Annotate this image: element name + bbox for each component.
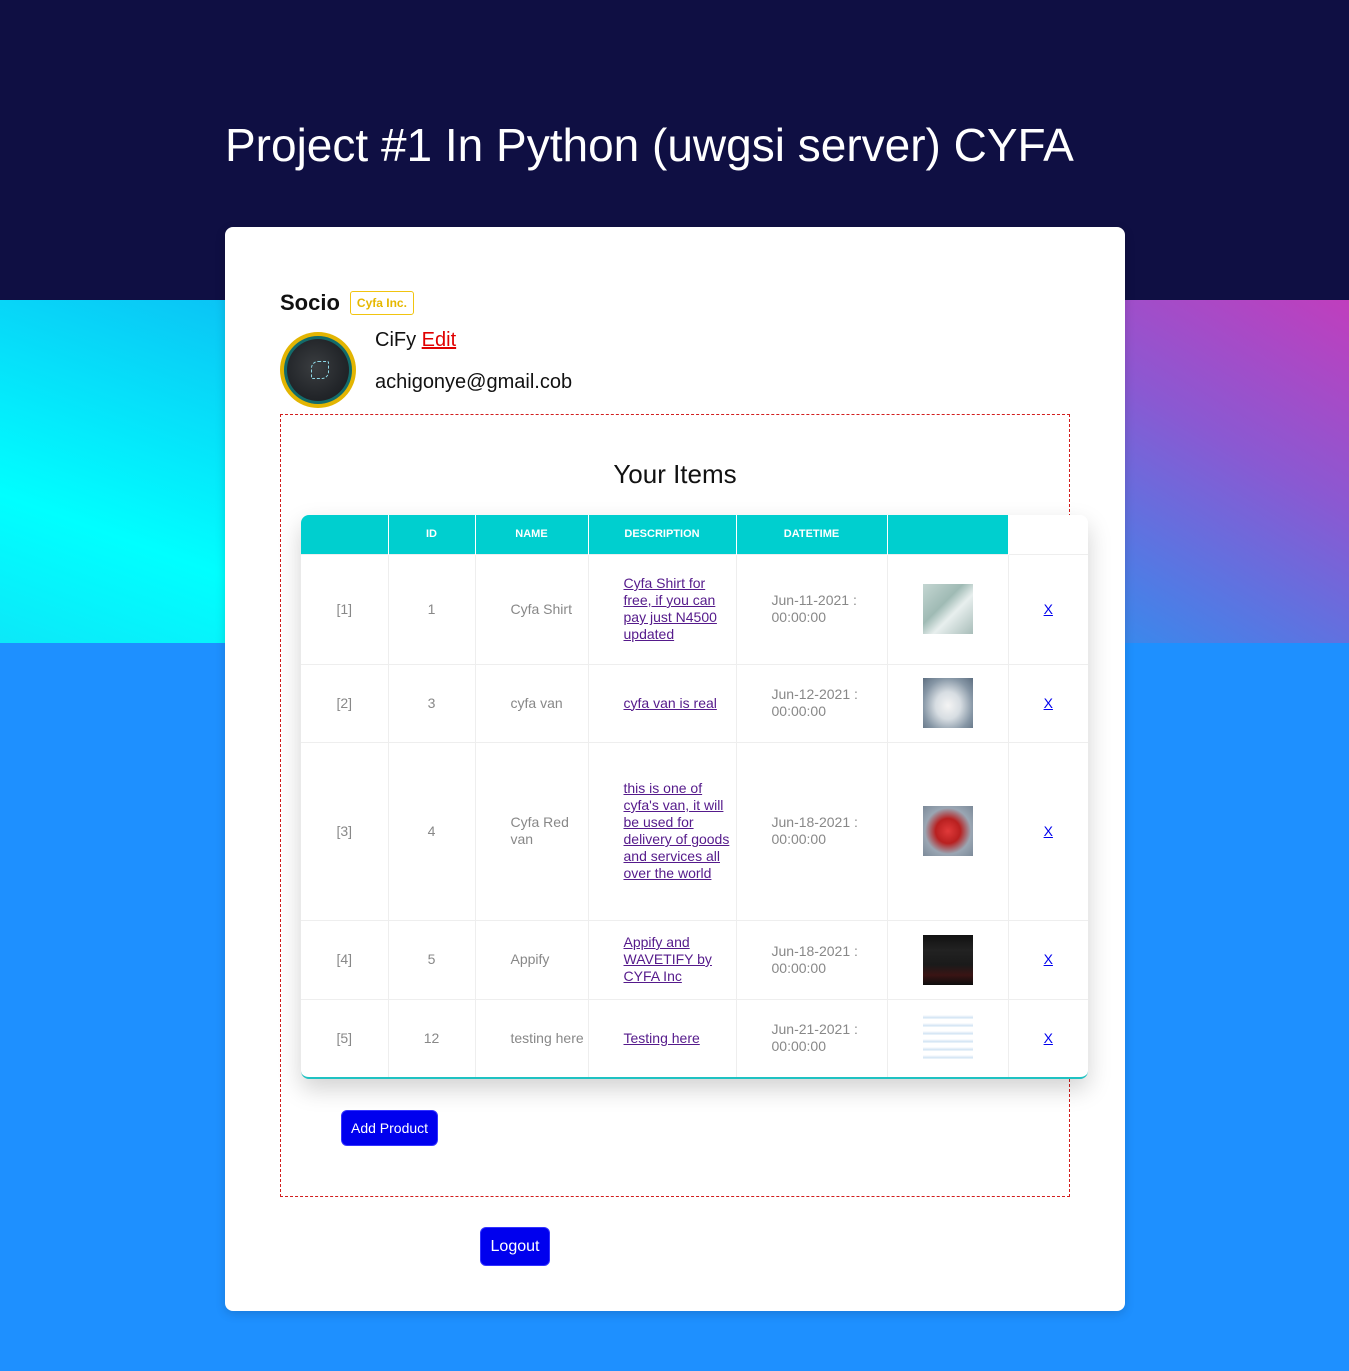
table-row: [4] 5 Appify Appify and WAVETIFY by CYFA… bbox=[301, 919, 1088, 999]
col-header-id: ID bbox=[388, 515, 476, 554]
row-id: 12 bbox=[388, 998, 476, 1077]
row-datetime: Jun-11-2021 : 00:00:00 bbox=[736, 553, 888, 664]
brand-name: Socio bbox=[280, 290, 340, 315]
row-id: 5 bbox=[388, 919, 476, 999]
row-description-link[interactable]: this is one of cyfa's van, it will be us… bbox=[624, 780, 730, 881]
row-index: [2] bbox=[301, 663, 389, 742]
col-header-image bbox=[887, 515, 1009, 554]
product-thumbnail bbox=[922, 678, 973, 728]
gradient-band-left bbox=[0, 300, 225, 643]
row-description-link[interactable]: cyfa van is real bbox=[624, 695, 717, 711]
table-row: [5] 12 testing here Testing here Jun-21-… bbox=[301, 998, 1088, 1077]
product-thumbnail bbox=[922, 934, 973, 985]
row-datetime: Jun-12-2021 : 00:00:00 bbox=[736, 663, 888, 742]
items-table-container: ID NAME DESCRIPTION DATETIME [1] 1 Cyfa … bbox=[301, 515, 1088, 1079]
delete-item-link[interactable]: X bbox=[1044, 601, 1053, 617]
col-header-action bbox=[1008, 515, 1088, 554]
row-id: 3 bbox=[388, 663, 476, 742]
page-title: Project #1 In Python (uwgsi server) CYFA bbox=[225, 119, 1074, 171]
delete-item-link[interactable]: X bbox=[1044, 1030, 1053, 1046]
row-datetime: Jun-18-2021 : 00:00:00 bbox=[736, 741, 888, 920]
product-thumbnail bbox=[922, 1013, 973, 1064]
product-thumbnail bbox=[922, 806, 973, 856]
table-row: [3] 4 Cyfa Red van this is one of cyfa's… bbox=[301, 741, 1088, 920]
row-index: [3] bbox=[301, 741, 389, 920]
delete-item-link[interactable]: X bbox=[1044, 823, 1053, 839]
col-header-datetime: DATETIME bbox=[736, 515, 888, 554]
delete-item-link[interactable]: X bbox=[1044, 951, 1053, 967]
items-section: Your Items ID NAME DESCRIPTION DATETIME bbox=[280, 414, 1088, 1197]
brand-badge: Cyfa Inc. bbox=[349, 291, 414, 315]
user-email: achigonye@gmail.cob bbox=[375, 371, 573, 393]
avatar-image bbox=[287, 339, 349, 401]
col-header-index bbox=[301, 515, 389, 554]
profile-card: Socio Cyfa Inc. CiFy Edit achigonye@gmai… bbox=[225, 227, 1125, 1311]
avatar bbox=[280, 332, 356, 408]
logout-button[interactable]: Logout bbox=[480, 1227, 550, 1266]
row-id: 1 bbox=[388, 553, 476, 664]
user-name: CiFy bbox=[375, 329, 417, 351]
row-index: [4] bbox=[301, 919, 389, 999]
product-thumbnail bbox=[922, 584, 973, 634]
row-description-link[interactable]: Cyfa Shirt for free, if you can pay just… bbox=[624, 575, 717, 642]
row-name: Cyfa Red van bbox=[475, 741, 589, 920]
col-header-description: DESCRIPTION bbox=[588, 515, 737, 554]
row-name: cyfa van bbox=[475, 663, 589, 742]
row-id: 4 bbox=[388, 741, 476, 920]
add-product-button[interactable]: Add Product bbox=[341, 1110, 439, 1146]
gradient-band-right bbox=[1125, 300, 1349, 643]
delete-item-link[interactable]: X bbox=[1044, 695, 1053, 711]
table-row: [2] 3 cyfa van cyfa van is real Jun-12-2… bbox=[301, 663, 1088, 742]
table-header-row: ID NAME DESCRIPTION DATETIME bbox=[301, 515, 1088, 554]
row-name: testing here bbox=[475, 998, 589, 1077]
brand-row: Socio Cyfa Inc. bbox=[280, 290, 414, 316]
col-header-name: NAME bbox=[475, 515, 589, 554]
row-datetime: Jun-21-2021 : 00:00:00 bbox=[736, 998, 888, 1077]
row-description-link[interactable]: Testing here bbox=[624, 1030, 700, 1046]
row-index: [5] bbox=[301, 998, 389, 1077]
items-title: Your Items bbox=[613, 459, 737, 489]
edit-profile-link[interactable]: Edit bbox=[422, 329, 456, 351]
row-description-link[interactable]: Appify and WAVETIFY by CYFA Inc bbox=[624, 934, 712, 984]
items-table: ID NAME DESCRIPTION DATETIME [1] 1 Cyfa … bbox=[301, 515, 1088, 1077]
row-datetime: Jun-18-2021 : 00:00:00 bbox=[736, 919, 888, 999]
row-name: Cyfa Shirt bbox=[475, 553, 589, 664]
row-index: [1] bbox=[301, 553, 389, 664]
table-row: [1] 1 Cyfa Shirt Cyfa Shirt for free, if… bbox=[301, 553, 1088, 664]
user-name-row: CiFy Edit bbox=[375, 329, 456, 352]
row-name: Appify bbox=[475, 919, 589, 999]
